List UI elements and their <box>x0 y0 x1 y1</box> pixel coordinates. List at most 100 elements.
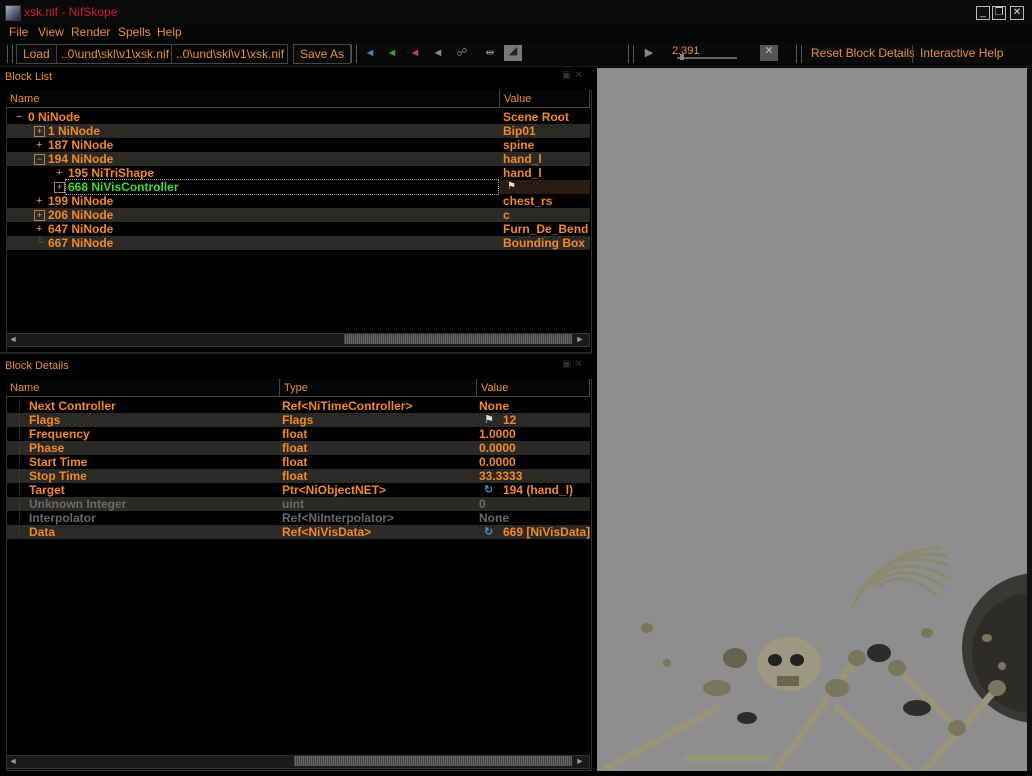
block-detail-row[interactable]: ┊ Start Time float 0.0000 <box>6 455 590 469</box>
detail-value[interactable]: 0.0000 <box>479 441 590 455</box>
block-list-header-name[interactable]: Name <box>6 90 500 108</box>
detail-type: float <box>282 427 308 441</box>
block-list-row[interactable]: +647 NiNode Furn_De_Bend <box>6 222 590 236</box>
detail-value[interactable]: 12 <box>503 413 590 427</box>
detail-value[interactable]: 0.0000 <box>479 455 590 469</box>
detail-value[interactable]: None <box>479 511 590 525</box>
scroll-right-icon[interactable]: ► <box>575 334 585 344</box>
block-name[interactable]: 206 NiNode <box>48 208 500 222</box>
float-panel-icon[interactable]: ▣ ✕ <box>562 70 583 81</box>
block-detail-row[interactable]: ┊ Phase float 0.0000 <box>6 441 590 455</box>
render-viewport[interactable] <box>597 68 1028 771</box>
float-panel-icon-2[interactable]: ▣ ✕ <box>562 359 583 370</box>
restore-button[interactable]: ❐ <box>992 6 1006 20</box>
block-detail-row[interactable]: ┊ Frequency float 1.0000 <box>6 427 590 441</box>
block-name[interactable]: 194 NiNode <box>48 152 500 166</box>
reset-block-details-button[interactable]: Reset Block Details <box>805 44 922 62</box>
block-name[interactable]: 1 NiNode <box>48 124 500 138</box>
save-path-field[interactable]: ..0\und\skl\v1\xsk.nif <box>171 44 288 64</box>
block-detail-row[interactable]: ┊ Interpolator Ref<NiInterpolator> None <box>6 511 590 525</box>
block-detail-row[interactable]: ┊ Target Ptr<NiObjectNET> 194 (hand_l) ↻ <box>6 483 590 497</box>
block-detail-row[interactable]: ┊ Flags Flags 12 ⚑ <box>6 413 590 427</box>
toolbar-grip-4[interactable] <box>796 45 802 63</box>
block-list-row[interactable]: +1 NiNode Bip01 <box>6 124 590 138</box>
perspective-icon[interactable]: ◢ <box>504 45 522 61</box>
expand-icon[interactable]: + <box>34 126 45 137</box>
detail-type: float <box>282 455 308 469</box>
view-side-icon[interactable]: ◄ <box>385 47 399 59</box>
block-value: c <box>503 208 510 222</box>
block-name[interactable]: 195 NiTriShape <box>68 166 500 180</box>
block-details-scroll-thumb[interactable] <box>294 756 572 766</box>
menu-help[interactable]: Help <box>157 25 182 39</box>
walk-mode-icon[interactable]: ☍ <box>455 47 469 59</box>
toolbar-grip-2[interactable] <box>351 45 357 63</box>
block-list-row[interactable]: −0 NiNode Scene Root <box>6 110 590 124</box>
block-detail-row[interactable]: ┊ Data Ref<NiVisData> 669 [NiVisData] ↻ <box>6 525 590 539</box>
menu-render[interactable]: Render <box>71 25 110 39</box>
block-detail-row[interactable]: ┊ Stop Time float 33.3333 <box>6 469 590 483</box>
block-details-header-name[interactable]: Name <box>6 379 280 397</box>
expand-icon[interactable]: + <box>36 222 42 236</box>
detail-value[interactable]: 1.0000 <box>479 427 590 441</box>
view-top-icon[interactable]: ◄ <box>408 47 422 59</box>
scroll-left-icon[interactable]: ◄ <box>8 334 18 344</box>
block-list-row[interactable]: −194 NiNode hand_l <box>6 152 590 166</box>
block-detail-row[interactable]: ┊ Unknown Integer uint 0 <box>6 497 590 511</box>
loop-icon[interactable]: ✕ <box>760 45 778 61</box>
scroll-left-icon[interactable]: ◄ <box>8 756 18 766</box>
block-name[interactable]: 647 NiNode <box>48 222 500 236</box>
panel-splitter[interactable] <box>0 352 592 354</box>
collapse-icon[interactable]: − <box>16 110 22 124</box>
link-icon[interactable]: ↻ <box>484 483 493 497</box>
tree-line-icon: ┊ <box>16 456 23 468</box>
time-slider-thumb[interactable] <box>680 54 684 60</box>
view-front-icon[interactable]: ◄ <box>363 47 377 59</box>
play-icon[interactable]: ▶ <box>642 47 656 59</box>
link-icon[interactable]: ↻ <box>484 525 493 539</box>
block-list-header-value[interactable]: Value <box>500 90 590 108</box>
scroll-right-icon[interactable]: ► <box>575 756 585 766</box>
detail-value[interactable]: 33.3333 <box>479 469 590 483</box>
toolbar-grip[interactable] <box>7 45 13 63</box>
block-name[interactable]: 667 NiNode <box>48 236 500 250</box>
flip-view-icon[interactable]: ⇹ <box>483 47 497 59</box>
expand-icon[interactable]: + <box>56 166 62 180</box>
expand-icon[interactable]: + <box>36 138 42 152</box>
expand-icon[interactable]: + <box>54 182 65 193</box>
detail-value[interactable]: 194 (hand_l) <box>503 483 590 497</box>
block-list-row[interactable]: +187 NiNode spine <box>6 138 590 152</box>
block-name[interactable]: 668 NiVisController <box>65 179 499 195</box>
toolbar-grip-3[interactable] <box>628 45 634 63</box>
collapse-icon[interactable]: − <box>34 154 45 165</box>
load-button[interactable]: Load <box>16 44 57 64</box>
load-path-field[interactable]: ..0\und\skl\v1\xsk.nif <box>56 44 173 64</box>
block-details-header-type[interactable]: Type <box>280 379 477 397</box>
detail-value[interactable]: None <box>479 399 590 413</box>
block-name[interactable]: 0 NiNode <box>28 110 500 124</box>
block-list-row[interactable]: └ 667 NiNode Bounding Box <box>6 236 590 250</box>
time-slider-track[interactable] <box>677 57 737 59</box>
minimize-button[interactable]: _ <box>976 6 990 20</box>
menu-view[interactable]: View <box>38 25 64 39</box>
block-list-scroll-thumb[interactable] <box>344 334 572 344</box>
save-as-button[interactable]: Save As <box>293 44 352 64</box>
expand-icon[interactable]: + <box>34 210 45 221</box>
detail-value[interactable]: 0 <box>479 497 590 511</box>
block-list-row[interactable]: +206 NiNode c <box>6 208 590 222</box>
block-list-row[interactable]: +668 NiVisController ⚑ <box>6 179 590 195</box>
menu-spells[interactable]: Spells <box>118 25 151 39</box>
block-list-row[interactable]: +195 NiTriShape hand_l <box>6 166 590 180</box>
interactive-help-button[interactable]: Interactive Help <box>914 44 1010 62</box>
block-list-row[interactable]: +199 NiNode chest_rs <box>6 194 590 208</box>
block-detail-row[interactable]: ┊ Next Controller Ref<NiTimeController> Non… <box>6 399 590 413</box>
menu-file[interactable]: File <box>9 25 28 39</box>
block-name[interactable]: 199 NiNode <box>48 194 500 208</box>
flag-icon[interactable]: ⚑ <box>484 413 494 427</box>
close-button[interactable]: ✕ <box>1010 6 1024 20</box>
expand-icon[interactable]: + <box>36 194 42 208</box>
block-details-header-value[interactable]: Value <box>477 379 590 397</box>
detail-value[interactable]: 669 [NiVisData] <box>503 525 590 539</box>
block-name[interactable]: 187 NiNode <box>48 138 500 152</box>
view-user-icon[interactable]: ◄ <box>431 47 445 59</box>
